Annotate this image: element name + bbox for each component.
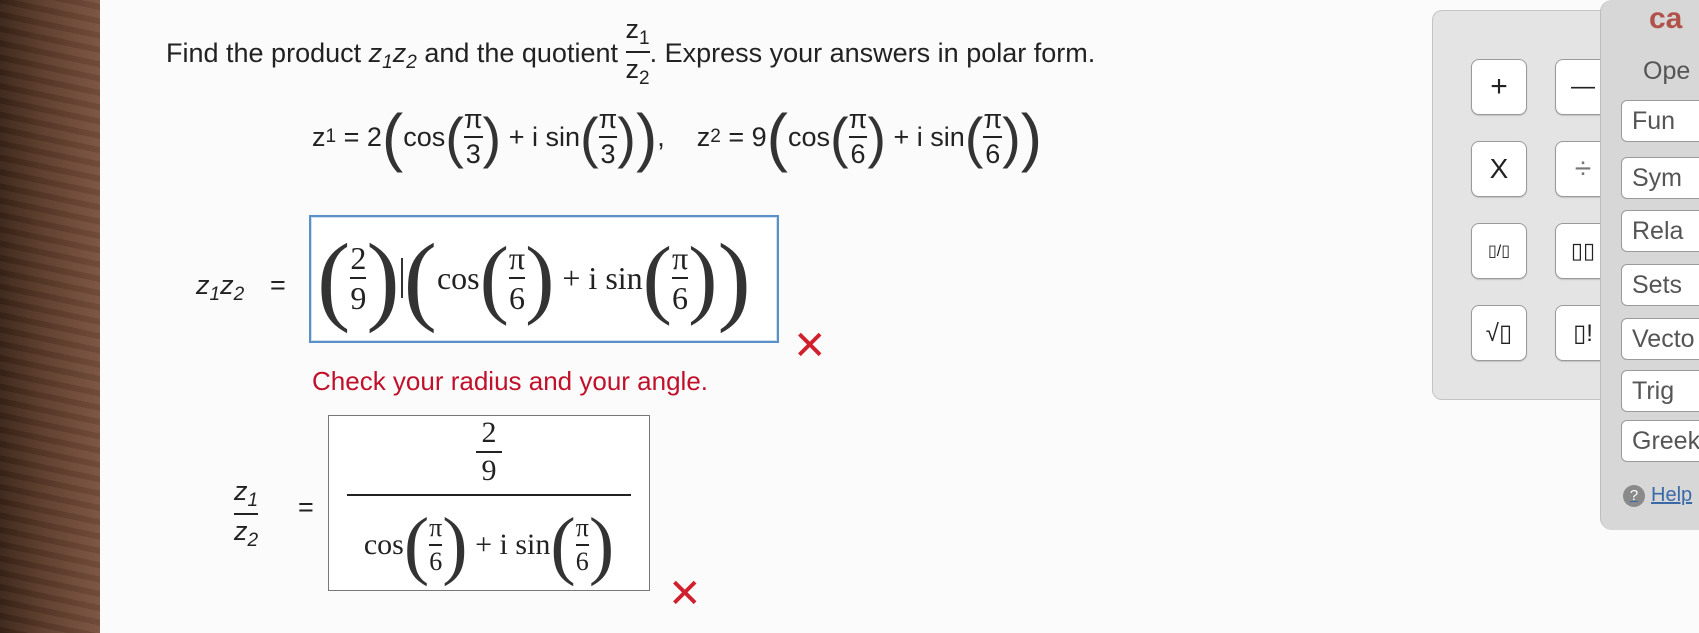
tab-operations[interactable]: Ope — [1633, 50, 1699, 92]
tab-greek[interactable]: Greek — [1621, 420, 1699, 462]
quotient-fraction: z1 z2 — [625, 14, 650, 89]
product-equals: = — [270, 270, 286, 300]
tab-relations[interactable]: Rela — [1621, 210, 1699, 252]
help-link[interactable]: ? Help — [1623, 484, 1692, 507]
help-icon: ? — [1623, 484, 1645, 507]
tool-categories-panel: ca Ope Fun Sym Rela Sets Vecto Trig Gree… — [1600, 0, 1699, 530]
tab-functions[interactable]: Fun — [1621, 100, 1699, 142]
product-answer-input[interactable]: ( 29 ) ( cos ( π6 ) + i sin ( π6 )) — [309, 215, 779, 343]
tab-symbols[interactable]: Sym — [1621, 157, 1699, 199]
tab-sets[interactable]: Sets — [1621, 264, 1699, 306]
product-label: z1z2 — [196, 270, 245, 305]
incorrect-icon: ✕ — [668, 572, 702, 616]
plus-button[interactable]: + — [1471, 59, 1527, 115]
tab-vectors[interactable]: Vecto — [1621, 318, 1699, 360]
panel-title: ca — [1649, 2, 1683, 35]
quotient-label: z1 z2 — [234, 476, 259, 551]
tab-trig[interactable]: Trig — [1621, 370, 1699, 412]
desk-background — [0, 0, 100, 633]
quotient-answer-input[interactable]: 29 cos ( π6 ) + i sin ( π6 ) — [328, 415, 650, 591]
incorrect-icon: ✕ — [793, 324, 827, 368]
product-expression: z1z2 — [368, 38, 417, 74]
feedback-message: Check your radius and your angle. — [312, 366, 709, 396]
given-values: z1 = 2 ( cos ( π3 ) + i sin ( π3 )), z2 … — [312, 101, 1043, 173]
times-button[interactable]: X — [1471, 141, 1527, 197]
math-palette: + — X ÷ ▯/▯ ▯▯ √▯ ▯! — [1432, 10, 1614, 400]
sqrt-button[interactable]: √▯ — [1471, 305, 1527, 361]
quotient-equals: = — [298, 492, 314, 522]
fraction-button[interactable]: ▯/▯ — [1471, 223, 1527, 279]
question-text: Find the product z1z2 and the quotient z… — [166, 14, 1096, 89]
